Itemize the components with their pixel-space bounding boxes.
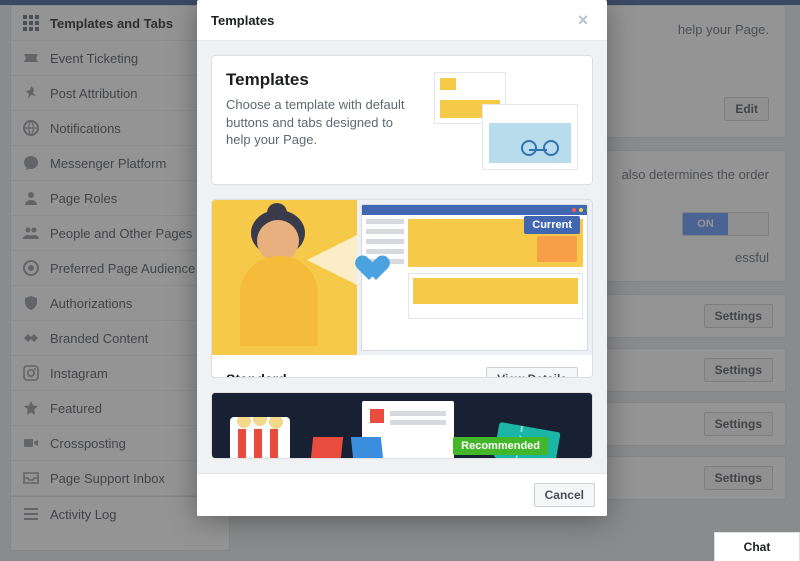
intro-illustration bbox=[428, 70, 578, 170]
modal-title: Templates bbox=[211, 13, 274, 28]
templates-modal: Templates × Templates Choose a template … bbox=[197, 0, 607, 516]
templates-intro-card: Templates Choose a template with default… bbox=[211, 55, 593, 185]
view-details-button[interactable]: View Details bbox=[486, 367, 578, 378]
close-icon[interactable]: × bbox=[573, 10, 593, 30]
template-card-recommended: Recommended bbox=[211, 392, 593, 459]
intro-description: Choose a template with default buttons a… bbox=[226, 96, 416, 149]
template-name: Standard bbox=[226, 371, 287, 378]
glasses-3d-icon bbox=[312, 437, 382, 459]
popcorn-icon bbox=[230, 417, 290, 459]
intro-title: Templates bbox=[226, 70, 416, 90]
cancel-button[interactable]: Cancel bbox=[534, 483, 595, 507]
current-badge: Current bbox=[524, 216, 580, 234]
heart-icon bbox=[362, 256, 390, 284]
template-card-standard: Current Standard View Details bbox=[211, 199, 593, 378]
chat-tab[interactable]: Chat bbox=[714, 532, 800, 561]
recommended-badge: Recommended bbox=[453, 437, 548, 455]
